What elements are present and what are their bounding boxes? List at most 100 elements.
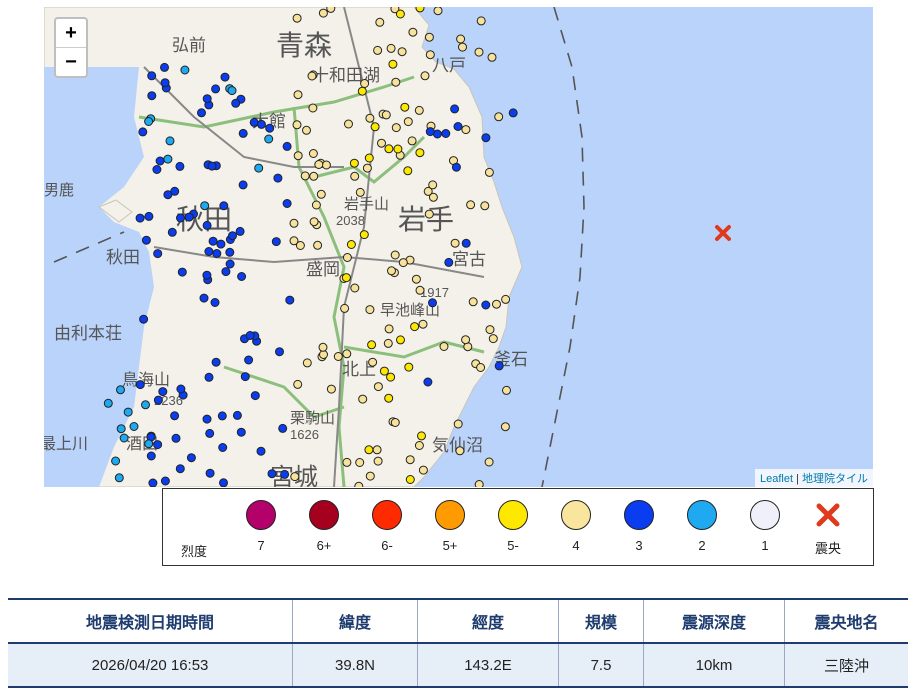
station-marker[interactable] (386, 43, 396, 53)
station-marker[interactable] (144, 439, 154, 449)
station-marker[interactable] (249, 117, 259, 127)
station-marker[interactable] (282, 141, 292, 151)
station-marker[interactable] (237, 272, 247, 281)
station-marker[interactable] (391, 77, 401, 87)
station-marker[interactable] (254, 163, 264, 173)
station-marker[interactable] (170, 411, 180, 421)
station-marker[interactable] (160, 476, 170, 486)
station-marker[interactable] (364, 445, 374, 455)
station-marker[interactable] (275, 347, 284, 357)
station-marker[interactable] (314, 160, 324, 169)
station-marker[interactable] (481, 300, 491, 310)
station-marker[interactable] (450, 238, 460, 248)
station-marker[interactable] (410, 322, 420, 332)
station-marker[interactable] (293, 151, 303, 161)
station-marker[interactable] (273, 173, 283, 183)
station-marker[interactable] (280, 469, 290, 479)
station-marker[interactable] (225, 247, 235, 257)
station-marker[interactable] (202, 220, 212, 230)
station-marker[interactable] (308, 149, 318, 158)
station-marker[interactable] (476, 16, 486, 26)
station-marker[interactable] (144, 117, 154, 126)
station-marker[interactable] (480, 201, 490, 211)
station-marker[interactable] (264, 134, 274, 144)
station-marker[interactable] (208, 236, 218, 246)
station-marker[interactable] (177, 267, 187, 277)
station-marker[interactable] (418, 465, 428, 475)
station-marker[interactable] (368, 357, 378, 367)
station-marker[interactable] (488, 334, 498, 344)
station-marker[interactable] (204, 247, 214, 256)
station-marker[interactable] (141, 400, 150, 410)
station-marker[interactable] (146, 451, 156, 461)
station-marker[interactable] (468, 297, 478, 307)
station-marker[interactable] (202, 94, 212, 104)
station-marker[interactable] (135, 380, 145, 390)
station-marker[interactable] (405, 475, 415, 484)
station-marker[interactable] (408, 27, 418, 37)
station-marker[interactable] (163, 154, 173, 164)
station-marker[interactable] (344, 119, 353, 129)
station-marker[interactable] (311, 200, 321, 210)
station-marker[interactable] (302, 125, 311, 135)
station-marker[interactable] (158, 387, 168, 397)
station-marker[interactable] (400, 102, 410, 112)
station-marker[interactable] (355, 187, 365, 197)
station-marker[interactable] (384, 144, 394, 154)
station-marker[interactable] (411, 274, 421, 284)
station-marker[interactable] (396, 335, 405, 345)
station-marker[interactable] (377, 138, 386, 148)
station-marker[interactable] (292, 13, 302, 23)
station-marker[interactable] (494, 361, 504, 371)
station-marker[interactable] (256, 446, 266, 456)
station-marker[interactable] (232, 410, 242, 420)
station-marker[interactable] (197, 108, 206, 118)
station-marker[interactable] (373, 45, 383, 55)
station-marker[interactable] (474, 480, 484, 488)
station-marker[interactable] (364, 153, 374, 163)
station-marker[interactable] (373, 382, 383, 392)
station-marker[interactable] (358, 394, 368, 404)
station-marker[interactable] (217, 411, 227, 421)
station-marker[interactable] (450, 104, 460, 114)
station-marker[interactable] (388, 59, 398, 69)
station-marker[interactable] (501, 294, 511, 304)
station-marker[interactable] (116, 424, 126, 434)
station-marker[interactable] (211, 84, 221, 94)
station-marker[interactable] (466, 200, 476, 210)
station-marker[interactable] (302, 358, 312, 368)
zoom-in-button[interactable]: + (56, 19, 86, 47)
station-marker[interactable] (346, 240, 356, 249)
station-marker[interactable] (393, 144, 403, 154)
station-marker[interactable] (250, 391, 260, 401)
station-marker[interactable] (218, 443, 228, 452)
station-marker[interactable] (278, 423, 288, 433)
station-marker[interactable] (456, 34, 466, 44)
station-marker[interactable] (349, 158, 359, 168)
station-marker[interactable] (360, 79, 370, 88)
station-marker[interactable] (282, 199, 292, 208)
station-marker[interactable] (271, 237, 281, 247)
station-marker[interactable] (219, 478, 228, 487)
station-marker[interactable] (494, 112, 504, 122)
station-marker[interactable] (395, 9, 405, 19)
station-marker[interactable] (240, 372, 250, 382)
station-marker[interactable] (425, 127, 435, 137)
station-marker[interactable] (308, 103, 318, 113)
station-marker[interactable] (355, 458, 365, 467)
station-marker[interactable] (165, 136, 175, 146)
station-marker[interactable] (292, 120, 302, 130)
station-marker[interactable] (204, 372, 214, 382)
station-marker[interactable] (207, 161, 217, 171)
station-marker[interactable] (293, 379, 303, 389)
station-marker[interactable] (365, 305, 375, 315)
station-marker[interactable] (418, 319, 428, 329)
station-marker[interactable] (123, 407, 133, 417)
station-marker[interactable] (390, 418, 400, 427)
station-marker[interactable] (415, 148, 425, 158)
station-marker[interactable] (228, 231, 237, 241)
station-marker[interactable] (139, 314, 149, 324)
station-marker[interactable] (153, 440, 163, 450)
leaflet-link[interactable]: Leaflet (760, 473, 793, 485)
station-marker[interactable] (119, 433, 129, 443)
